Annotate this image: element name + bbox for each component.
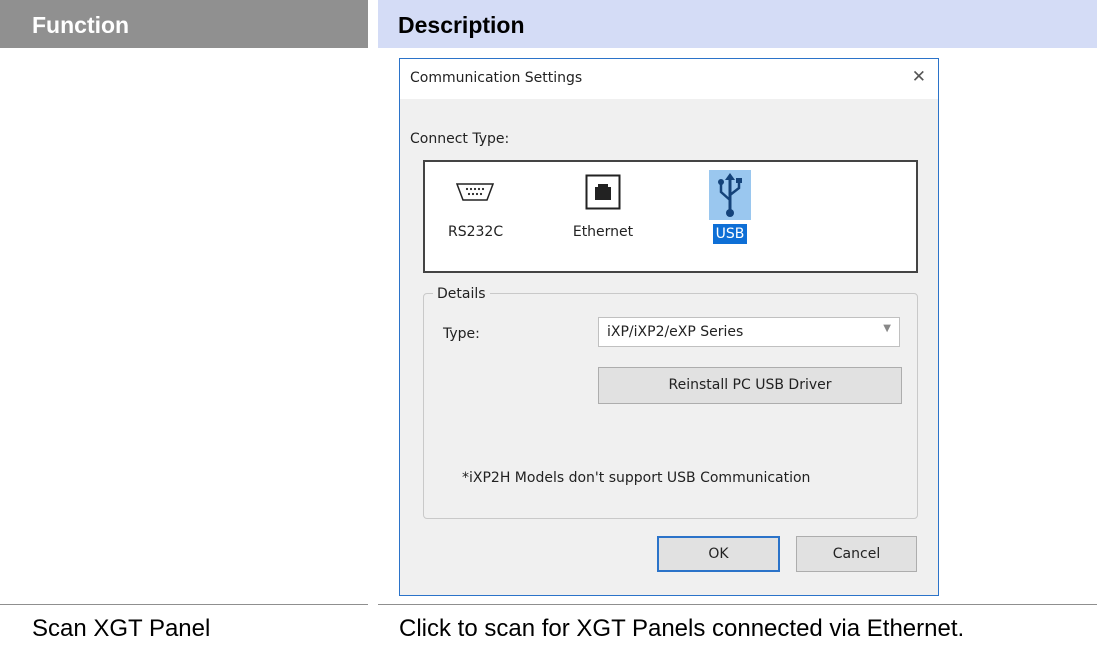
cancel-button[interactable]: Cancel bbox=[796, 536, 917, 572]
description-cell: Click to scan for XGT Panels connected v… bbox=[399, 615, 965, 642]
ethernet-port-icon bbox=[583, 170, 623, 214]
serial-port-icon bbox=[455, 170, 495, 214]
row-divider-function bbox=[0, 604, 368, 605]
function-cell: Scan XGT Panel bbox=[32, 615, 211, 642]
connect-type-label-usb: USB bbox=[712, 224, 748, 244]
ok-button[interactable]: OK bbox=[657, 536, 780, 572]
header-function: Function bbox=[0, 0, 368, 48]
header-description: Description bbox=[378, 0, 1097, 48]
connect-type-label-ethernet: Ethernet bbox=[572, 224, 634, 240]
usb-icon bbox=[709, 170, 751, 220]
reinstall-usb-driver-button[interactable]: Reinstall PC USB Driver bbox=[598, 367, 902, 404]
connect-type-usb[interactable]: USB bbox=[703, 170, 757, 244]
usb-support-note: *iXP2H Models don't support USB Communic… bbox=[462, 470, 811, 486]
connect-type-label: Connect Type: bbox=[410, 131, 510, 147]
connect-type-ethernet[interactable]: Ethernet bbox=[563, 170, 643, 242]
type-select-value: iXP/iXP2/eXP Series bbox=[607, 324, 744, 340]
row-divider-description bbox=[378, 604, 1097, 605]
dialog-titlebar: Communication Settings ✕ bbox=[400, 59, 938, 99]
details-label: Details bbox=[433, 286, 490, 302]
connect-type-rs232c[interactable]: RS232C bbox=[445, 170, 505, 242]
communication-settings-dialog: Communication Settings ✕ Connect Type: R… bbox=[399, 58, 939, 596]
connect-type-label-rs232c: RS232C bbox=[448, 224, 504, 240]
connect-type-list: RS232C Ethernet USB bbox=[423, 160, 918, 273]
close-icon[interactable]: ✕ bbox=[912, 67, 926, 87]
chevron-down-icon: ▼ bbox=[883, 323, 891, 334]
type-label: Type: bbox=[443, 326, 480, 342]
type-select[interactable]: iXP/iXP2/eXP Series ▼ bbox=[598, 317, 900, 347]
dialog-title: Communication Settings bbox=[410, 70, 583, 86]
